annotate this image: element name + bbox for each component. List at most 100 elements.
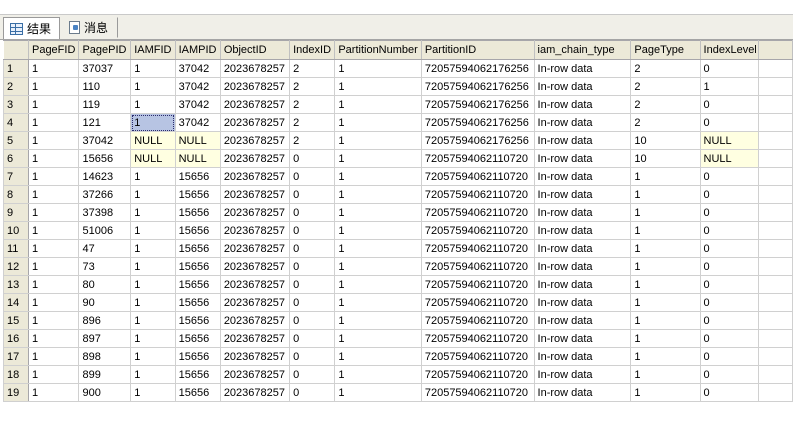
row-number[interactable]: 1 bbox=[3, 59, 29, 78]
cell-partitionid[interactable]: 72057594062110720 bbox=[420, 239, 535, 258]
cell-pagefid[interactable]: 1 bbox=[27, 77, 80, 96]
row-number[interactable]: 13 bbox=[3, 275, 29, 294]
cell-indexlevel[interactable]: 0 bbox=[699, 275, 760, 294]
tab-results[interactable]: 结果 bbox=[3, 17, 60, 39]
column-header-pagetype[interactable]: PageType bbox=[630, 40, 701, 60]
cell-pagetype[interactable]: 1 bbox=[630, 293, 701, 312]
cell-iam-chain-type[interactable]: In-row data bbox=[533, 275, 632, 294]
cell-partitionid[interactable]: 72057594062176256 bbox=[420, 77, 535, 96]
cell-iamfid[interactable]: 1 bbox=[130, 239, 176, 258]
cell-indexlevel[interactable]: 0 bbox=[699, 221, 760, 240]
cell-partitionnumber[interactable]: 1 bbox=[334, 311, 422, 330]
cell-partitionid[interactable]: 72057594062110720 bbox=[420, 365, 535, 384]
column-header-iamfid[interactable]: IAMFID bbox=[130, 40, 176, 60]
cell-pagefid[interactable]: 1 bbox=[27, 203, 80, 222]
cell-pagepid[interactable]: 119 bbox=[78, 95, 132, 114]
cell-indexid[interactable]: 0 bbox=[289, 347, 336, 366]
cell-partitionnumber[interactable]: 1 bbox=[334, 167, 422, 186]
cell-iam-chain-type[interactable]: In-row data bbox=[533, 149, 632, 168]
table-row[interactable]: 7 1 14623 1 15656 2023678257 0 1 720575940621107… bbox=[3, 167, 793, 186]
cell-iamfid[interactable]: NULL bbox=[130, 131, 176, 150]
cell-partitionnumber[interactable]: 1 bbox=[334, 329, 422, 348]
cell-pagetype[interactable]: 2 bbox=[630, 77, 701, 96]
cell-indexid[interactable]: 0 bbox=[289, 167, 336, 186]
cell-objectid[interactable]: 2023678257 bbox=[219, 131, 291, 150]
cell-pagefid[interactable]: 1 bbox=[27, 365, 80, 384]
row-number[interactable]: 14 bbox=[3, 293, 29, 312]
cell-iam-chain-type[interactable]: In-row data bbox=[533, 257, 632, 276]
cell-indexlevel[interactable]: 0 bbox=[699, 95, 760, 114]
cell-iampid[interactable]: 37042 bbox=[174, 59, 221, 78]
cell-objectid[interactable]: 2023678257 bbox=[219, 59, 291, 78]
table-row[interactable]: 12 1 73 1 15656 2023678257 0 1 72057594062110720… bbox=[3, 257, 793, 276]
table-row[interactable]: 8 1 37266 1 15656 2023678257 0 1 720575940621107… bbox=[3, 185, 793, 204]
cell-iampid[interactable]: 15656 bbox=[174, 365, 221, 384]
cell-pagetype[interactable]: 1 bbox=[630, 311, 701, 330]
cell-iamfid[interactable]: 1 bbox=[130, 203, 176, 222]
table-row[interactable]: 6 1 15656 NULL NULL 2023678257 0 1 7205759406211… bbox=[3, 149, 793, 168]
results-grid[interactable]: PageFID PagePID IAMFID IAMPID ObjectID IndexI… bbox=[3, 40, 793, 402]
cell-iamfid[interactable]: NULL bbox=[130, 149, 176, 168]
cell-indexid[interactable]: 0 bbox=[289, 221, 336, 240]
cell-partitionid[interactable]: 72057594062110720 bbox=[420, 185, 535, 204]
cell-pagefid[interactable]: 1 bbox=[27, 221, 80, 240]
row-number[interactable]: 18 bbox=[3, 365, 29, 384]
cell-objectid[interactable]: 2023678257 bbox=[219, 311, 291, 330]
row-number[interactable]: 16 bbox=[3, 329, 29, 348]
cell-pagetype[interactable]: 1 bbox=[630, 365, 701, 384]
cell-objectid[interactable]: 2023678257 bbox=[219, 167, 291, 186]
cell-pagepid[interactable]: 121 bbox=[78, 113, 132, 132]
cell-iam-chain-type[interactable]: In-row data bbox=[533, 329, 632, 348]
column-header-partitionid[interactable]: PartitionID bbox=[420, 40, 535, 60]
cell-indexid[interactable]: 0 bbox=[289, 329, 336, 348]
cell-pagepid[interactable]: 110 bbox=[78, 77, 132, 96]
cell-pagetype[interactable]: 1 bbox=[630, 275, 701, 294]
cell-partitionid[interactable]: 72057594062110720 bbox=[420, 275, 535, 294]
cell-indexid[interactable]: 0 bbox=[289, 311, 336, 330]
cell-objectid[interactable]: 2023678257 bbox=[219, 77, 291, 96]
cell-iampid[interactable]: 15656 bbox=[174, 185, 221, 204]
cell-pagetype[interactable]: 10 bbox=[630, 149, 701, 168]
column-header-indexlevel[interactable]: IndexLevel bbox=[699, 40, 760, 60]
cell-iampid[interactable]: NULL bbox=[174, 149, 221, 168]
cell-partitionid[interactable]: 72057594062176256 bbox=[420, 131, 535, 150]
column-header-pagepid[interactable]: PagePID bbox=[78, 40, 132, 60]
column-header-iam-chain-type[interactable]: iam_chain_type bbox=[533, 40, 632, 60]
cell-partitionnumber[interactable]: 1 bbox=[334, 239, 422, 258]
cell-pagepid[interactable]: 47 bbox=[78, 239, 132, 258]
cell-pagepid[interactable]: 898 bbox=[78, 347, 132, 366]
cell-pagetype[interactable]: 1 bbox=[630, 221, 701, 240]
table-row[interactable]: 14 1 90 1 15656 2023678257 0 1 72057594062110720… bbox=[3, 293, 793, 312]
cell-indexlevel[interactable]: 0 bbox=[699, 203, 760, 222]
column-header-objectid[interactable]: ObjectID bbox=[219, 40, 291, 60]
cell-pagefid[interactable]: 1 bbox=[27, 131, 80, 150]
cell-iam-chain-type[interactable]: In-row data bbox=[533, 347, 632, 366]
row-number[interactable]: 4 bbox=[3, 113, 29, 132]
cell-indexid[interactable]: 0 bbox=[289, 203, 336, 222]
cell-iamfid[interactable]: 1 bbox=[130, 59, 176, 78]
cell-partitionnumber[interactable]: 1 bbox=[334, 131, 422, 150]
cell-iamfid[interactable]: 1 bbox=[130, 185, 176, 204]
row-number[interactable]: 12 bbox=[3, 257, 29, 276]
cell-iamfid[interactable]: 1 bbox=[130, 311, 176, 330]
cell-iam-chain-type[interactable]: In-row data bbox=[533, 113, 632, 132]
cell-indexid[interactable]: 2 bbox=[289, 77, 336, 96]
table-row[interactable]: 17 1 898 1 15656 2023678257 0 1 7205759406211072… bbox=[3, 347, 793, 366]
table-row[interactable]: 2 1 110 1 37042 2023678257 2 1 72057594062176256… bbox=[3, 77, 793, 96]
cell-partitionid[interactable]: 72057594062110720 bbox=[420, 311, 535, 330]
cell-pagefid[interactable]: 1 bbox=[27, 293, 80, 312]
cell-indexid[interactable]: 2 bbox=[289, 59, 336, 78]
table-row[interactable]: 19 1 900 1 15656 2023678257 0 1 7205759406211072… bbox=[3, 383, 793, 402]
row-number[interactable]: 2 bbox=[3, 77, 29, 96]
cell-iampid[interactable]: 15656 bbox=[174, 167, 221, 186]
cell-objectid[interactable]: 2023678257 bbox=[219, 221, 291, 240]
cell-partitionid[interactable]: 72057594062110720 bbox=[420, 149, 535, 168]
cell-pagefid[interactable]: 1 bbox=[27, 167, 80, 186]
cell-iam-chain-type[interactable]: In-row data bbox=[533, 221, 632, 240]
tab-messages[interactable]: 消息 bbox=[62, 17, 118, 38]
row-number[interactable]: 11 bbox=[3, 239, 29, 258]
cell-pagetype[interactable]: 1 bbox=[630, 203, 701, 222]
cell-pagepid[interactable]: 900 bbox=[78, 383, 132, 402]
cell-iampid[interactable]: 15656 bbox=[174, 203, 221, 222]
cell-iam-chain-type[interactable]: In-row data bbox=[533, 239, 632, 258]
